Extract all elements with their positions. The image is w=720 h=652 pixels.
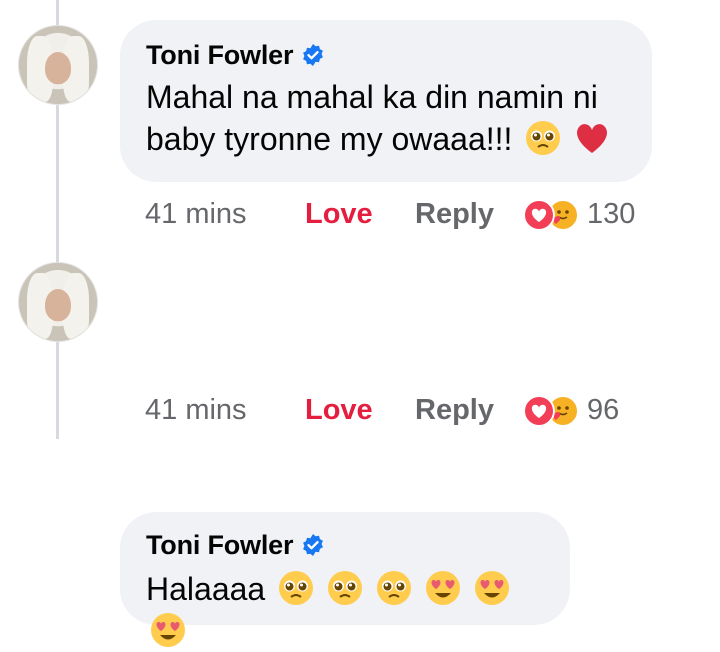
author-name[interactable]: Toni Fowler: [146, 530, 293, 561]
love-reaction-icon: [523, 394, 555, 427]
red-heart-emoji: [577, 124, 608, 153]
verified-badge-icon: [303, 44, 324, 66]
verified-badge-icon: [303, 534, 324, 556]
reactions-summary[interactable]: 96: [523, 394, 619, 427]
reply-button[interactable]: Reply: [415, 198, 523, 231]
comment-actions: 41 mins Love Reply 96: [145, 394, 619, 427]
timestamp[interactable]: 41 mins: [145, 198, 305, 231]
avatar[interactable]: [18, 25, 98, 105]
love-button[interactable]: Love: [305, 198, 415, 231]
love-reaction-icon: [523, 198, 555, 231]
comment-bubble: Toni Fowler Mahal na mahal ka din namin …: [120, 20, 652, 182]
heart-eyes-emoji: [425, 571, 460, 605]
reaction-count: 96: [587, 394, 620, 426]
reaction-count: 130: [587, 198, 636, 230]
heart-eyes-emoji: [151, 613, 185, 647]
comment-text: Mahal na mahal ka din namin ni baby tyro…: [146, 76, 626, 160]
reactions-summary[interactable]: 130: [523, 198, 635, 231]
timestamp[interactable]: 41 mins: [145, 394, 305, 427]
comment-bubble: Toni Fowler Halaaaa: [120, 512, 570, 647]
pleading-face-emoji: [526, 121, 561, 155]
comment-text: Halaaaa: [146, 568, 544, 652]
reply-button[interactable]: Reply: [415, 394, 523, 427]
comment-actions: 41 mins Love Reply 130: [145, 198, 635, 231]
pleading-face-emoji: [327, 571, 362, 605]
author-name[interactable]: Toni Fowler: [146, 40, 293, 71]
heart-eyes-emoji: [474, 571, 509, 605]
pleading-face-emoji: [376, 571, 411, 605]
pleading-face-emoji: [279, 571, 314, 605]
avatar[interactable]: [18, 262, 98, 342]
love-button[interactable]: Love: [305, 394, 415, 427]
